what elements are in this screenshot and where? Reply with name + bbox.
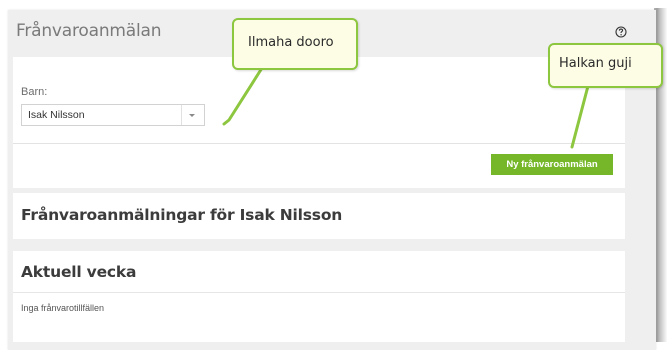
empty-state-text: Inga frånvarotillfällen <box>21 303 105 313</box>
current-week-title: Aktuell vecka <box>21 263 137 281</box>
card-divider <box>13 143 625 144</box>
select-divider <box>181 105 182 125</box>
callout-click-here: Halkan guji <box>548 43 663 88</box>
chevron-down-icon[interactable] <box>189 114 195 117</box>
help-circle-icon[interactable] <box>615 26 627 38</box>
child-select[interactable]: Isak Nilsson <box>21 104 205 126</box>
current-week-card: Aktuell vecka Inga frånvarotillfällen <box>13 251 625 342</box>
page-title: Frånvaroanmälan <box>16 21 162 41</box>
child-selector-card: Barn: Isak Nilsson Ny frånvaroanmälan <box>13 57 625 188</box>
callout-text: Halkan guji <box>559 56 632 71</box>
callout-text: Ilmaha dooro <box>248 35 334 50</box>
week-divider <box>13 292 625 293</box>
absences-title: Frånvaroanmälningar för Isak Nilsson <box>21 206 343 224</box>
absences-card: Frånvaroanmälningar för Isak Nilsson <box>13 193 625 239</box>
callout-choose-child: Ilmaha dooro <box>232 18 358 70</box>
child-label: Barn: <box>21 86 48 98</box>
new-absence-report-button[interactable]: Ny frånvaroanmälan <box>491 154 613 175</box>
child-select-value: Isak Nilsson <box>28 109 85 121</box>
